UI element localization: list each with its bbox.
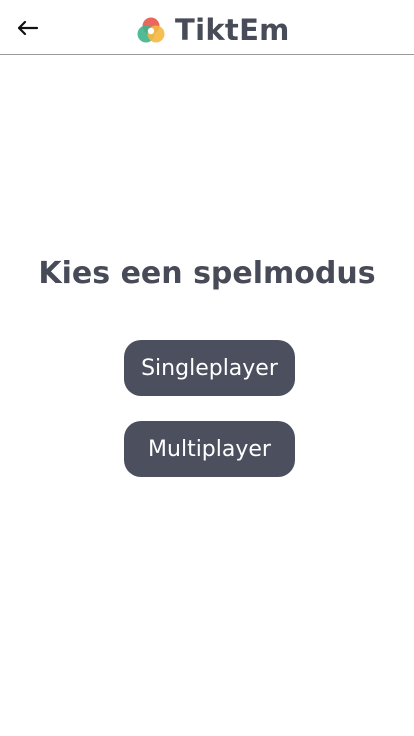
top-bar: TiktEm [0, 0, 414, 55]
multiplayer-button[interactable]: Multiplayer [124, 421, 295, 477]
tiktem-logo-icon [137, 17, 165, 43]
back-button[interactable] [14, 14, 42, 42]
app-root: TiktEm Kies een spelmodus Singleplayer M… [0, 0, 414, 736]
singleplayer-button[interactable]: Singleplayer [124, 340, 295, 396]
brand-name: TiktEm [175, 12, 290, 47]
page-title: Kies een spelmodus [38, 256, 376, 291]
arrow-left-icon [17, 20, 39, 36]
brand[interactable]: TiktEm [136, 10, 290, 50]
